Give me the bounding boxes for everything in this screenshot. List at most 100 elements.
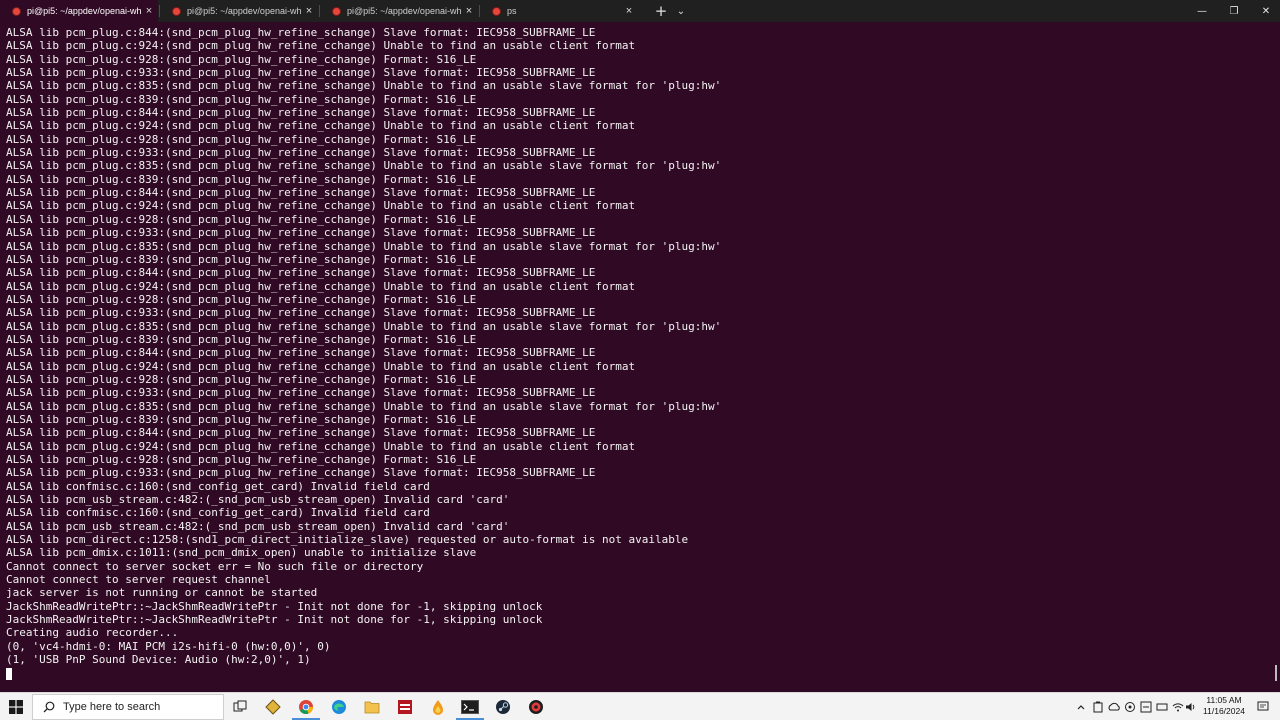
terminal-line: ALSA lib pcm_plug.c:835:(snd_pcm_plug_hw…	[6, 239, 722, 253]
tab-close-button[interactable]: ×	[142, 5, 156, 17]
terminal-icon[interactable]	[460, 697, 480, 717]
terminal-line: ALSA lib pcm_plug.c:928:(snd_pcm_plug_hw…	[6, 453, 477, 466]
terminal-line: ALSA lib pcm_plug.c:928:(snd_pcm_plug_hw…	[6, 372, 477, 386]
terminal-line: ALSA lib pcm_plug.c:933:(snd_pcm_plug_hw…	[6, 386, 596, 400]
terminal-line: ALSA lib pcm_plug.c:933:(snd_pcm_plug_hw…	[6, 306, 596, 320]
minimize-button[interactable]: —	[1186, 0, 1218, 22]
tab-2[interactable]: pi@pi5: ~/appdev/openai-whis ×	[160, 0, 318, 22]
terminal-scrollbar[interactable]	[1275, 665, 1277, 681]
terminal-line: ALSA lib pcm_plug.c:928:(snd_pcm_plug_hw…	[6, 132, 477, 146]
terminal-line: ALSA lib pcm_plug.c:844:(snd_pcm_plug_hw…	[6, 346, 596, 360]
windows-start-icon[interactable]	[6, 697, 26, 717]
tab-1[interactable]: pi@pi5: ~/appdev/openai-whi ×	[0, 0, 158, 22]
terminal-line: ALSA lib pcm_plug.c:924:(snd_pcm_plug_hw…	[6, 39, 636, 53]
terminal-line: ALSA lib pcm_plug.c:928:(snd_pcm_plug_hw…	[6, 52, 477, 66]
terminal-line: ALSA lib pcm_plug.c:844:(snd_pcm_plug_hw…	[6, 186, 596, 200]
notification-icon[interactable]	[1254, 697, 1272, 717]
tab-bar: pi@pi5: ~/appdev/openai-whi × pi@pi5: ~/…	[0, 0, 1280, 22]
chrome-icon[interactable]	[296, 697, 316, 717]
terminal-line: ALSA lib pcm_plug.c:839:(snd_pcm_plug_hw…	[6, 412, 477, 426]
terminal-line: JackShmReadWritePtr::~JackShmReadWritePt…	[6, 613, 543, 627]
clock-time: 11:05 AM	[1206, 695, 1242, 705]
terminal-line: ALSA lib pcm_plug.c:835:(snd_pcm_plug_hw…	[6, 399, 722, 413]
ubuntu-icon	[332, 6, 341, 16]
tab-dropdown-button[interactable]: ⌄	[672, 0, 690, 22]
terminal-line: ALSA lib pcm_plug.c:835:(snd_pcm_plug_hw…	[6, 319, 722, 333]
tray-icon[interactable]	[1107, 697, 1121, 717]
chevron-up-icon[interactable]	[1073, 697, 1089, 717]
ubuntu-icon	[172, 6, 181, 16]
terminal-line: ALSA lib pcm_plug.c:924:(snd_pcm_plug_hw…	[6, 359, 636, 373]
terminal-line: ALSA lib pcm_dmix.c:1011:(snd_pcm_dmix_o…	[6, 546, 477, 560]
terminal-line: ALSA lib pcm_usb_stream.c:482:(_snd_pcm_…	[6, 493, 510, 507]
terminal-line: ALSA lib pcm_plug.c:835:(snd_pcm_plug_hw…	[6, 79, 722, 93]
clock-date: 11/16/2024	[1203, 706, 1245, 716]
search-icon	[39, 701, 59, 713]
terminal-line: ALSA lib pcm_usb_stream.c:482:(_snd_pcm_…	[6, 519, 510, 533]
tray-icon[interactable]	[1123, 697, 1137, 717]
new-tab-button[interactable]: +	[650, 0, 672, 22]
terminal-line: ALSA lib pcm_direct.c:1258:(snd1_pcm_dir…	[6, 533, 689, 547]
terminal-line: ALSA lib pcm_plug.c:933:(snd_pcm_plug_hw…	[6, 146, 596, 160]
task-view-icon[interactable]	[230, 697, 250, 717]
terminal-line: ALSA lib pcm_plug.c:924:(snd_pcm_plug_hw…	[6, 199, 636, 213]
tab-title: pi@pi5: ~/appdev/openai-whi	[27, 6, 142, 16]
app-icon[interactable]	[526, 697, 546, 717]
terminal-line: ALSA lib pcm_plug.c:844:(snd_pcm_plug_hw…	[6, 106, 596, 120]
file-explorer-icon[interactable]	[362, 697, 382, 717]
terminal-line: ALSA lib pcm_plug.c:933:(snd_pcm_plug_hw…	[6, 466, 596, 480]
ubuntu-icon	[492, 6, 501, 16]
close-window-button[interactable]: ✕	[1250, 0, 1280, 22]
tab-title: pi@pi5: ~/appdev/openai-whis	[187, 6, 302, 16]
terminal-line: JackShmReadWritePtr::~JackShmReadWritePt…	[6, 599, 543, 613]
terminal-line: ALSA lib pcm_plug.c:933:(snd_pcm_plug_hw…	[6, 226, 596, 240]
tab-title: pi@pi5: ~/appdev/openai-whis	[347, 6, 462, 16]
tray-icon[interactable]	[1139, 697, 1153, 717]
tab-close-button[interactable]: ×	[622, 5, 636, 17]
taskbar-clock[interactable]: 11:05 AM 11/16/2024	[1197, 695, 1251, 717]
tab-title: ps	[507, 6, 517, 16]
terminal-line: ALSA lib pcm_plug.c:844:(snd_pcm_plug_hw…	[6, 266, 596, 280]
tab-close-button[interactable]: ×	[302, 5, 316, 17]
terminal-line: ALSA lib pcm_plug.c:844:(snd_pcm_plug_hw…	[6, 26, 596, 39]
terminal-line: ALSA lib pcm_plug.c:928:(snd_pcm_plug_hw…	[6, 292, 477, 306]
taskbar: Type here to search 11:05 AM 11/16/2024	[0, 692, 1280, 720]
tab-close-button[interactable]: ×	[462, 5, 476, 17]
tab-4[interactable]: ps ×	[480, 0, 638, 22]
wifi-icon[interactable]	[1171, 697, 1185, 717]
terminal-line: Cannot connect to server socket err = No…	[6, 559, 424, 573]
terminal-line: ALSA lib pcm_plug.c:924:(snd_pcm_plug_hw…	[6, 279, 636, 293]
terminal-line: Creating audio recorder...	[6, 626, 179, 640]
terminal-output[interactable]: ALSA lib pcm_plug.c:844:(snd_pcm_plug_hw…	[0, 22, 1272, 692]
app-icon[interactable]	[263, 697, 283, 717]
taskbar-search-input[interactable]: Type here to search	[32, 694, 224, 720]
tray-icon[interactable]	[1091, 697, 1105, 717]
terminal-line: ALSA lib pcm_plug.c:924:(snd_pcm_plug_hw…	[6, 119, 636, 133]
terminal-line: jack server is not running or cannot be …	[6, 586, 318, 600]
terminal-line: ALSA lib pcm_plug.c:835:(snd_pcm_plug_hw…	[6, 159, 722, 173]
tab-3[interactable]: pi@pi5: ~/appdev/openai-whis ×	[320, 0, 478, 22]
terminal-line: ALSA lib pcm_plug.c:844:(snd_pcm_plug_hw…	[6, 426, 596, 440]
ubuntu-icon	[12, 6, 21, 16]
app-icon[interactable]	[395, 697, 415, 717]
maximize-button[interactable]: ❐	[1218, 0, 1250, 22]
terminal-line: ALSA lib pcm_plug.c:933:(snd_pcm_plug_hw…	[6, 66, 596, 80]
terminal-line: (1, 'USB PnP Sound Device: Audio (hw:2,0…	[6, 653, 311, 667]
app-icon[interactable]	[428, 697, 448, 717]
search-placeholder: Type here to search	[63, 701, 161, 713]
terminal-line: ALSA lib pcm_plug.c:928:(snd_pcm_plug_hw…	[6, 212, 477, 226]
terminal-line: Cannot connect to server request channel	[6, 573, 271, 587]
tray-icon[interactable]	[1155, 697, 1169, 717]
terminal-line: ALSA lib confmisc.c:160:(snd_config_get_…	[6, 479, 430, 493]
terminal-prompt-line	[6, 667, 1272, 680]
terminal-line: ALSA lib confmisc.c:160:(snd_config_get_…	[6, 506, 430, 520]
volume-icon[interactable]	[1185, 697, 1197, 717]
terminal-line: ALSA lib pcm_plug.c:924:(snd_pcm_plug_hw…	[6, 439, 636, 453]
steam-icon[interactable]	[493, 697, 513, 717]
edge-icon[interactable]	[329, 697, 349, 717]
terminal-line: ALSA lib pcm_plug.c:839:(snd_pcm_plug_hw…	[6, 252, 477, 266]
terminal-line: ALSA lib pcm_plug.c:839:(snd_pcm_plug_hw…	[6, 172, 477, 186]
terminal-line: (0, 'vc4-hdmi-0: MAI PCM i2s-hifi-0 (hw:…	[6, 639, 331, 653]
terminal-line: ALSA lib pcm_plug.c:839:(snd_pcm_plug_hw…	[6, 332, 477, 346]
text-cursor	[6, 667, 12, 680]
